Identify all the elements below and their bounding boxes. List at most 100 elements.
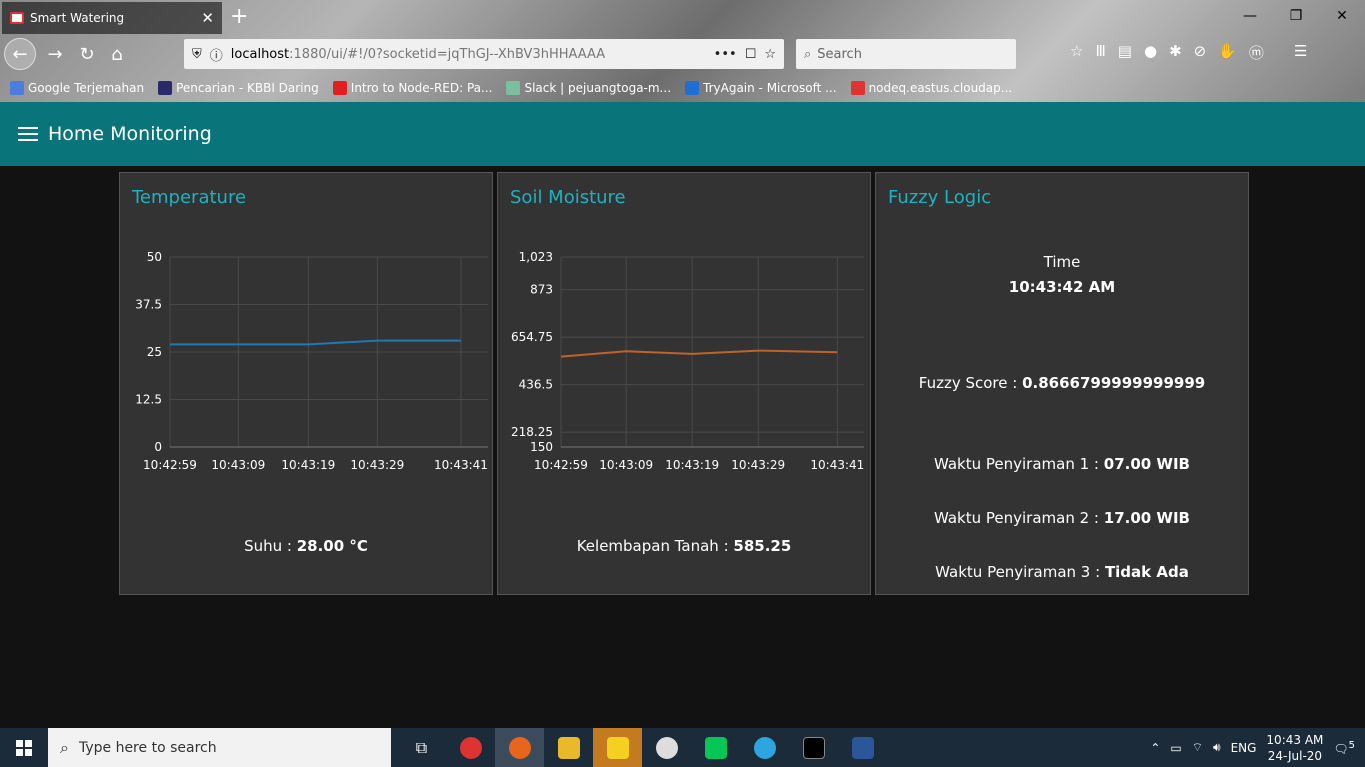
soil-moisture-card: Soil Moisture 1,023 873 654.75 436.5 218.25 1…	[497, 172, 871, 595]
line-icon	[704, 736, 727, 759]
profile-icon[interactable]: ⓜ	[1249, 42, 1264, 63]
shield-icon[interactable]: ⛨	[192, 47, 202, 62]
reload-button[interactable]: ↻	[72, 39, 102, 69]
account-icon[interactable]: ●	[1144, 42, 1157, 63]
temperature-card: Temperature 50 37.5 25 12.5 0 10:42:59 10:43:0…	[119, 172, 493, 595]
taskbar-search[interactable]: ⌕ Type here to search	[48, 728, 391, 767]
tab-title: Smart Watering	[30, 11, 125, 25]
new-tab-button[interactable]: +	[230, 4, 248, 29]
bookmark-icon	[332, 81, 347, 95]
close-tab-icon[interactable]: ✕	[201, 9, 214, 27]
clock-time: 10:43 AM	[1266, 732, 1324, 747]
sticky-notes-icon	[606, 736, 629, 759]
url-bar[interactable]: ⛨ ⓘ localhost:1880/ui/#!/0?socketid=jqTh…	[184, 39, 784, 69]
browser-tab[interactable]: Smart Watering ✕	[2, 2, 222, 34]
extension-icon[interactable]: ✱	[1169, 42, 1182, 63]
hamburger-menu-icon[interactable]	[18, 127, 38, 141]
language-indicator[interactable]: ENG	[1231, 741, 1257, 755]
task-view-icon: ⧉	[415, 737, 428, 757]
pocket-icon[interactable]: ☐	[745, 47, 757, 62]
downloads-icon[interactable]: ☆	[1070, 42, 1083, 63]
home-button[interactable]: ⌂	[102, 39, 132, 69]
firefox-app[interactable]	[495, 728, 544, 767]
watering-time-2: Waktu Penyiraman 2 : 17.00 WIB	[933, 509, 1190, 527]
more-icon[interactable]: •••	[714, 47, 737, 62]
x-tick-label: 10:43:41	[810, 458, 864, 472]
soil-moisture-readout: Kelembapan Tanah : 585.25	[576, 537, 792, 555]
node-red-icon	[10, 12, 24, 24]
volume-icon[interactable]: 🔊︎	[1213, 740, 1221, 755]
bookmark-item[interactable]: Pencarian - KBBI Daring	[158, 81, 319, 95]
bookmark-item[interactable]: Slack | pejuangtoga-m...	[506, 81, 671, 95]
wifi-icon[interactable]: ⌔	[1192, 740, 1203, 755]
x-tick-label: 10:42:59	[143, 458, 197, 472]
search-icon: ⌕	[804, 46, 812, 62]
start-button[interactable]	[0, 728, 48, 767]
fuzzy-logic-card: Fuzzy Logic Time 10:43:42 AM Fuzzy Score…	[875, 172, 1249, 595]
bookmark-item[interactable]: nodeq.eastus.cloudap...	[850, 81, 1012, 95]
y-tick-label: 1,023	[519, 250, 553, 264]
file-explorer-app[interactable]	[544, 728, 593, 767]
system-tray: ⌃ ▭ ⌔ 🔊︎ ENG 10:43 AM 24-Jul-20 🗨︎5	[1150, 728, 1365, 767]
url-path: :1880/ui/#!/0?socketid=jqThGJ--XhBV3hHHA…	[289, 46, 606, 62]
x-tick-label: 10:43:19	[281, 458, 335, 472]
info-icon[interactable]: ⓘ	[210, 45, 223, 64]
word-app[interactable]	[838, 728, 887, 767]
search-placeholder: Search	[817, 46, 862, 62]
url-host: localhost	[230, 46, 290, 62]
task-view-button[interactable]: ⧉	[397, 728, 446, 767]
library-icon[interactable]: Ⅲ	[1095, 42, 1105, 63]
minimize-button[interactable]: —	[1227, 0, 1273, 32]
hand-icon[interactable]: ✋	[1218, 42, 1237, 63]
close-window-button[interactable]: ✕	[1319, 0, 1365, 32]
chrome-icon	[459, 736, 482, 759]
menu-icon[interactable]: ☰	[1294, 42, 1307, 63]
word-icon	[851, 736, 874, 759]
x-tick-label: 10:43:09	[211, 458, 265, 472]
bookmark-star-icon[interactable]: ☆	[764, 47, 776, 62]
terminal-app[interactable]	[789, 728, 838, 767]
maximize-button[interactable]: ❐	[1273, 0, 1319, 32]
x-tick-label: 10:43:19	[665, 458, 719, 472]
clock[interactable]: 10:43 AM 24-Jul-20	[1266, 732, 1323, 764]
temperature-readout: Suhu : 28.00 °C	[244, 537, 368, 555]
watering-time-1: Waktu Penyiraman 1 : 07.00 WIB	[933, 455, 1190, 473]
chrome-app[interactable]	[446, 728, 495, 767]
blocker-icon[interactable]: ⊘	[1194, 42, 1207, 63]
watering-time-3: Waktu Penyiraman 3 : Tidak Ada	[935, 563, 1189, 581]
bookmark-item[interactable]: Intro to Node-RED: Pa...	[332, 81, 492, 95]
y-tick-label: 654.75	[511, 330, 553, 344]
notifications-icon[interactable]: 🗨︎5	[1333, 740, 1355, 756]
y-tick-label: 218.25	[511, 425, 553, 439]
search-icon: ⌕	[60, 737, 69, 757]
line-app[interactable]	[691, 728, 740, 767]
bookmark-item[interactable]: TryAgain - Microsoft ...	[685, 81, 837, 95]
sidebar-icon[interactable]: ▤	[1118, 42, 1132, 63]
terminal-icon	[802, 736, 825, 759]
bookmark-item[interactable]: Google Terjemahan	[10, 81, 144, 95]
windows-icon	[16, 739, 32, 756]
forward-button[interactable]: →	[40, 39, 70, 69]
telegram-app[interactable]	[740, 728, 789, 767]
bookmark-icon	[685, 81, 700, 95]
battery-icon[interactable]: ▭	[1170, 741, 1181, 755]
chevron-up-icon[interactable]: ⌃	[1150, 741, 1160, 755]
bookmarks-bar: Google Terjemahan Pencarian - KBBI Darin…	[0, 76, 1365, 100]
bookmark-icon	[10, 81, 24, 95]
paint-icon	[655, 736, 678, 759]
paint-app[interactable]	[642, 728, 691, 767]
y-tick-label: 150	[530, 440, 553, 454]
y-tick-label: 873	[530, 283, 553, 297]
y-tick-label: 0	[154, 440, 162, 454]
soil-moisture-title: Soil Moisture	[510, 187, 626, 208]
back-button[interactable]: ←	[4, 38, 36, 70]
y-tick-label: 50	[147, 250, 162, 264]
sticky-notes-app[interactable]	[593, 728, 642, 767]
search-bar[interactable]: ⌕ Search	[796, 39, 1016, 69]
time-label: Time	[1043, 253, 1081, 271]
taskbar-search-placeholder: Type here to search	[78, 739, 217, 756]
series-line	[170, 339, 461, 346]
folder-icon	[557, 736, 580, 759]
x-tick-label: 10:42:59	[534, 458, 588, 472]
telegram-icon	[753, 736, 776, 759]
